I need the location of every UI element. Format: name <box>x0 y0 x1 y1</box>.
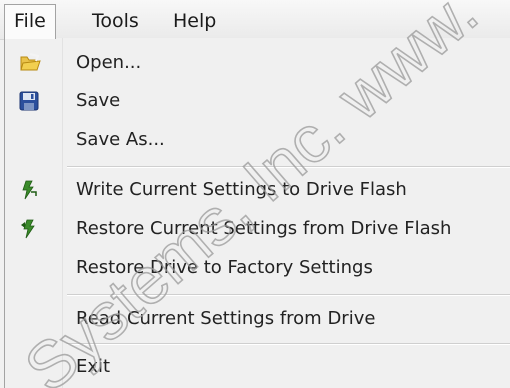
restore-flash-icon <box>19 219 39 239</box>
menu-item-open[interactable]: Open... <box>5 44 510 82</box>
menu-separator <box>67 294 510 296</box>
menu-item-write-flash[interactable]: Write Current Settings to Drive Flash <box>5 171 510 209</box>
menu-bar: File Tools Help <box>0 0 510 40</box>
menu-item-open-label: Open... <box>76 52 142 73</box>
menu-item-save-as-label: Save As... <box>76 129 165 150</box>
open-folder-icon <box>19 53 41 73</box>
menu-file[interactable]: File <box>4 4 56 39</box>
menu-item-exit-label: Exit <box>76 356 111 377</box>
menu-separator <box>67 166 510 168</box>
menu-item-restore-factory[interactable]: Restore Drive to Factory Settings <box>5 249 510 287</box>
menu-item-save-label: Save <box>76 90 121 111</box>
menu-help[interactable]: Help <box>164 6 225 36</box>
menu-item-save[interactable]: Save <box>5 82 510 120</box>
floppy-disk-icon <box>19 91 39 111</box>
write-flash-icon <box>19 180 39 200</box>
menu-separator <box>67 343 510 345</box>
menu-item-save-as[interactable]: Save As... <box>5 121 510 159</box>
menu-item-read-settings[interactable]: Read Current Settings from Drive <box>5 300 510 338</box>
menu-item-read-settings-label: Read Current Settings from Drive <box>76 308 376 329</box>
file-menu-dropdown: Open... Save Save As... Write Current Se… <box>4 38 510 388</box>
menu-item-restore-flash-label: Restore Current Settings from Drive Flas… <box>76 218 452 239</box>
menu-item-restore-flash[interactable]: Restore Current Settings from Drive Flas… <box>5 210 510 248</box>
menu-tools[interactable]: Tools <box>83 6 148 36</box>
menu-item-restore-factory-label: Restore Drive to Factory Settings <box>76 257 373 278</box>
application-window: File Tools Help Open... Save Save As... … <box>0 0 510 388</box>
menu-item-exit[interactable]: Exit <box>5 348 510 386</box>
menu-item-write-flash-label: Write Current Settings to Drive Flash <box>76 179 407 200</box>
